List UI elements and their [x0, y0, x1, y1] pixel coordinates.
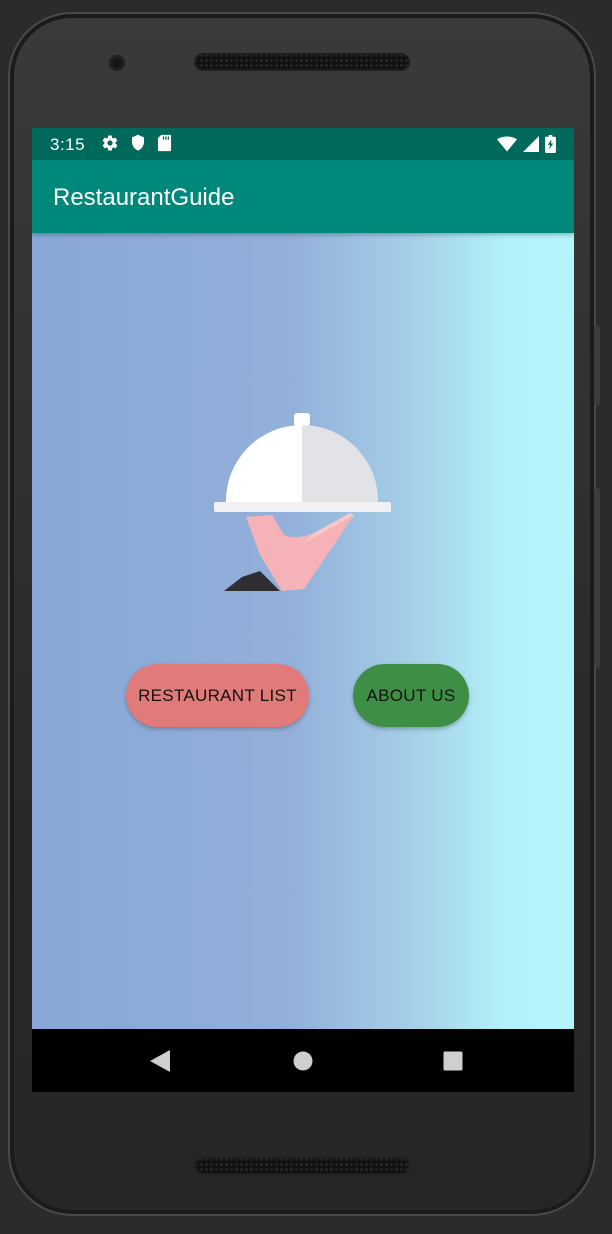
- wifi-icon: [497, 136, 517, 157]
- status-bar: 3:15: [32, 128, 574, 160]
- waiter-hand-cloche-illustration: [214, 413, 392, 591]
- shield-icon: [130, 134, 146, 157]
- app-bar: RestaurantGuide: [32, 160, 574, 233]
- main-content: RESTAURANT LIST ABOUT US: [32, 233, 574, 1029]
- system-nav-bar: [32, 1029, 574, 1092]
- restaurant-list-button[interactable]: RESTAURANT LIST: [126, 664, 309, 727]
- sd-card-icon: [157, 134, 172, 157]
- status-icons-right: [497, 135, 556, 158]
- status-time: 3:15: [50, 135, 86, 154]
- status-icons-left: [101, 134, 172, 157]
- app-title: RestaurantGuide: [53, 184, 235, 211]
- home-icon[interactable]: [287, 1045, 319, 1077]
- power-button: [594, 488, 600, 668]
- front-camera: [109, 55, 125, 71]
- top-speaker-grille: [194, 53, 410, 71]
- gear-icon: [101, 134, 119, 157]
- about-us-button[interactable]: ABOUT US: [353, 664, 469, 727]
- recents-icon[interactable]: [437, 1045, 469, 1077]
- volume-button: [594, 326, 600, 406]
- device-frame: 3:15 RestaurantGuide RESTAURANT LIST ABO…: [8, 12, 600, 1216]
- signal-icon: [523, 136, 539, 157]
- back-icon[interactable]: [144, 1045, 176, 1077]
- device-screen: 3:15 RestaurantGuide RESTAURANT LIST ABO…: [32, 128, 574, 1092]
- battery-charging-icon: [545, 135, 556, 158]
- bottom-speaker-grille: [194, 1157, 410, 1175]
